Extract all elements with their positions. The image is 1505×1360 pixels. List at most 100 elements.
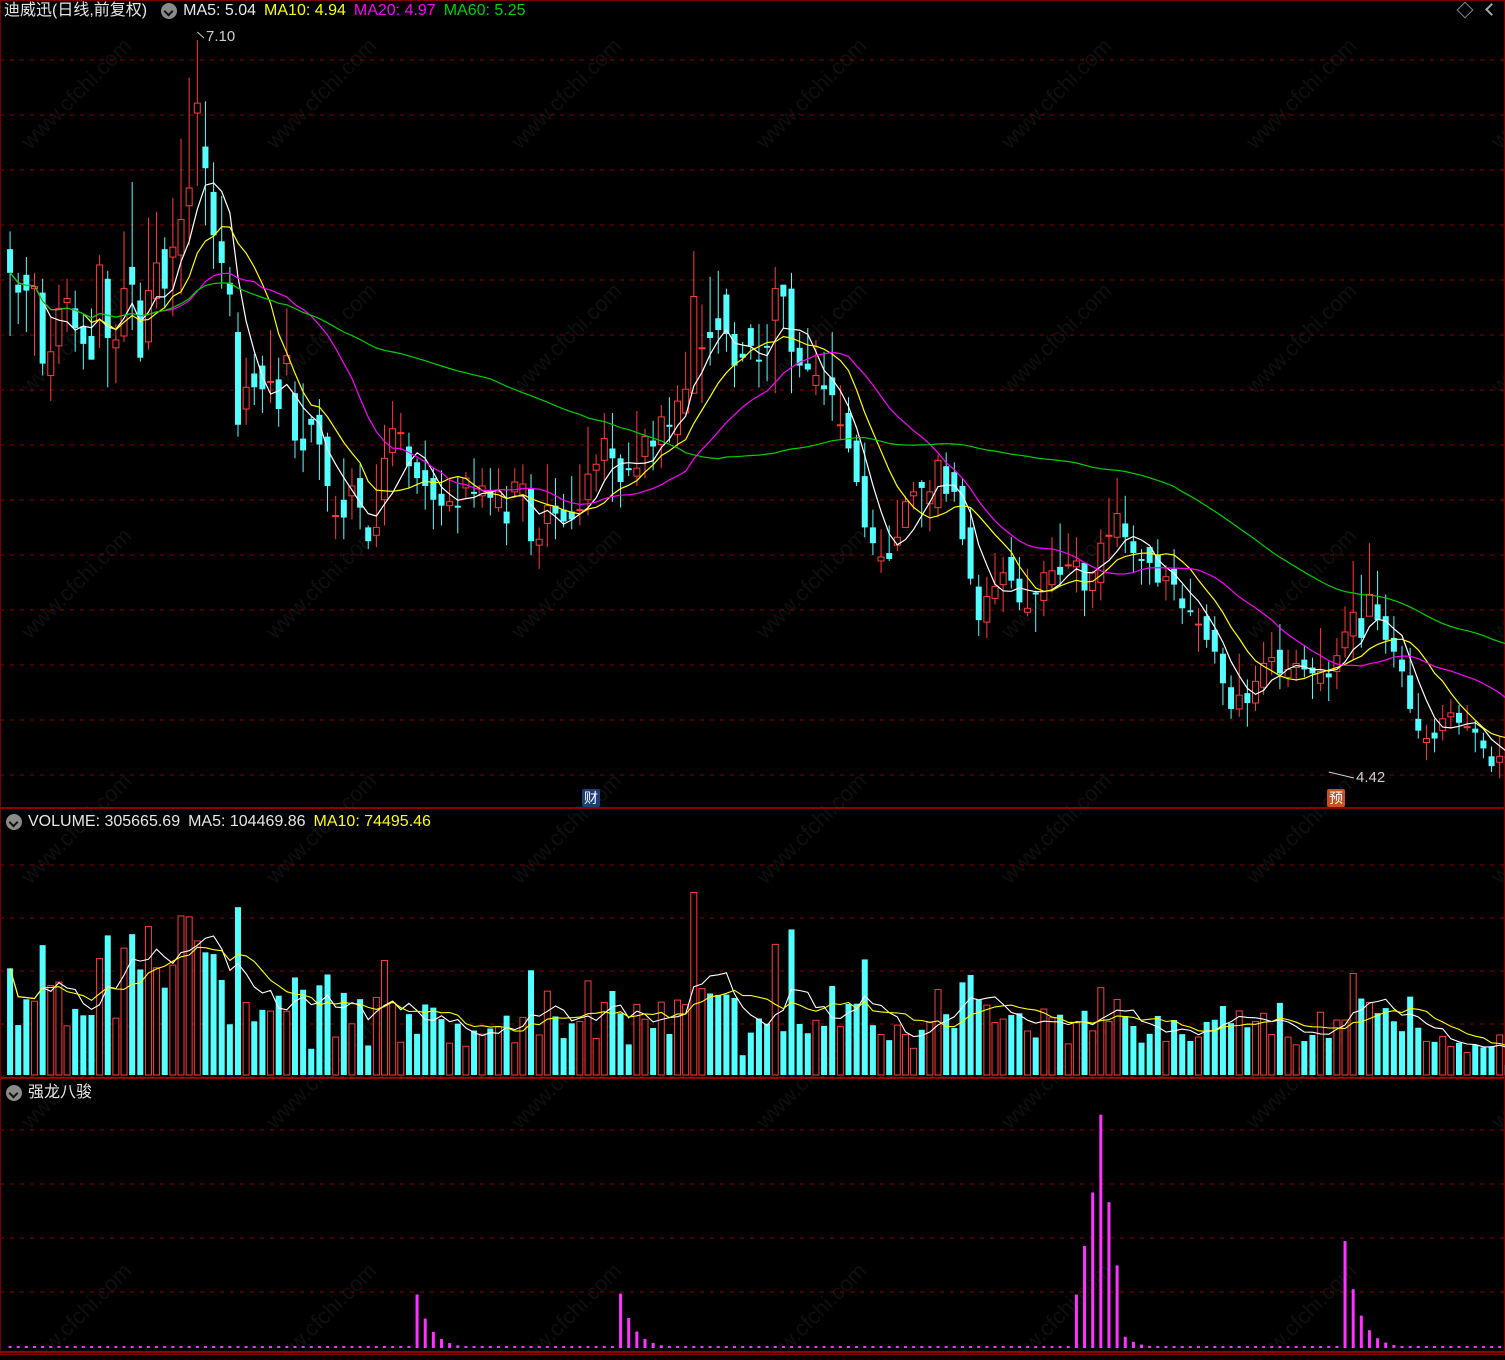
volume-bar xyxy=(821,1026,827,1075)
volume-bar xyxy=(447,1043,453,1075)
candle-body xyxy=(886,553,892,559)
indicator-bar xyxy=(530,1346,533,1348)
watermark-text: www.cfchi.com xyxy=(750,1258,871,1355)
volume-bar xyxy=(186,917,192,1075)
volume-bar xyxy=(300,990,306,1075)
indicator-bar xyxy=(1287,1346,1290,1348)
volume-bar xyxy=(414,1034,420,1075)
volume-bar xyxy=(23,999,29,1075)
candle-body xyxy=(837,425,843,426)
volume-bar xyxy=(1269,1034,1275,1075)
indicator-bar xyxy=(920,1346,923,1348)
indicator-bar xyxy=(823,1346,826,1348)
candle-body xyxy=(455,506,461,508)
indicator-bar xyxy=(676,1346,679,1348)
candle-body xyxy=(634,468,640,476)
volume-bar xyxy=(251,1021,257,1075)
candle-body xyxy=(601,439,607,461)
volume-bar xyxy=(797,1024,803,1075)
candle-body xyxy=(300,439,306,451)
collapse-icon[interactable] xyxy=(6,1085,22,1101)
indicator-legend: 强龙八骏 xyxy=(0,1082,100,1104)
volume-bar xyxy=(406,1014,412,1075)
indicator-bar xyxy=(147,1346,150,1348)
watermark-text: www.cfchi.com xyxy=(995,1258,1116,1355)
volume-bar xyxy=(1326,1038,1332,1075)
volume-bar xyxy=(813,1020,819,1075)
volume-bar xyxy=(1423,1041,1429,1075)
indicator-bar xyxy=(1449,1346,1452,1348)
candle-body xyxy=(382,458,388,499)
volume-bar xyxy=(1309,1035,1315,1075)
ma5-label: MA5: 5.04 xyxy=(183,0,256,22)
volume-bar xyxy=(1163,1041,1169,1075)
candle-body xyxy=(862,476,868,527)
indicator-bar xyxy=(570,1346,573,1348)
watermark-text: www.cfchi.com xyxy=(1485,523,1505,644)
indicator-bar xyxy=(66,1346,69,1348)
indicator-bar xyxy=(155,1346,158,1348)
volume-bar xyxy=(609,991,615,1075)
watermark-text: www.cfchi.com xyxy=(505,523,626,644)
watermark-text: www.cfchi.com xyxy=(15,523,136,644)
volume-bar xyxy=(837,1027,843,1075)
volume-bar xyxy=(1432,1042,1438,1075)
volume-bar xyxy=(72,1009,78,1075)
indicator-bar xyxy=(464,1346,467,1348)
collapse-icon[interactable] xyxy=(161,3,177,19)
candle-body xyxy=(1244,693,1250,703)
candle-body xyxy=(88,336,94,360)
volume-bar xyxy=(544,991,550,1075)
volume-bar xyxy=(40,945,46,1075)
indicator-bar xyxy=(505,1346,508,1348)
chart-stage[interactable]: www.cfchi.com www.cfchi.com www.cfchi.com w… xyxy=(0,0,1505,1355)
indicator-bar xyxy=(1433,1346,1436,1348)
candle-body xyxy=(447,502,453,506)
indicator-bar xyxy=(814,1346,817,1348)
indicator-bar xyxy=(1368,1330,1371,1348)
volume-bar xyxy=(268,1011,274,1075)
volume-bar xyxy=(1285,1037,1291,1075)
watermark-text: www.cfchi.com xyxy=(505,768,626,889)
forecast-marker[interactable]: 预 xyxy=(1327,789,1345,807)
indicator-bar xyxy=(285,1346,288,1348)
watermark-text: www.cfchi.com xyxy=(1240,33,1361,154)
indicator-bar xyxy=(1417,1346,1420,1348)
indicator-bar xyxy=(383,1346,386,1348)
volume-bar xyxy=(968,975,974,1075)
indicator-bar xyxy=(619,1294,622,1348)
candle-body xyxy=(911,492,917,496)
indicator-bar xyxy=(163,1346,166,1348)
volume-ma10-label: MA10: 74495.46 xyxy=(314,811,431,833)
volume-bar xyxy=(585,981,591,1075)
candle-body xyxy=(373,527,379,535)
indicator-bar xyxy=(611,1346,614,1348)
volume-bar xyxy=(341,993,347,1075)
candle-body xyxy=(1139,559,1145,561)
candle-body xyxy=(170,247,176,257)
candle-body xyxy=(528,488,534,541)
chart-canvas[interactable]: www.cfchi.com www.cfchi.com www.cfchi.com w… xyxy=(0,0,1505,1355)
watermark-text: www.cfchi.com xyxy=(260,1258,381,1355)
watermark-text: www.cfchi.com xyxy=(750,33,871,154)
indicator-bar xyxy=(17,1346,20,1348)
indicator-bar xyxy=(180,1346,183,1348)
candle-body xyxy=(845,413,851,449)
indicator-bar xyxy=(1409,1346,1412,1348)
candle-body xyxy=(186,188,192,206)
volume-bar xyxy=(105,935,111,1075)
volume-bar xyxy=(642,1019,648,1075)
indicator-bar xyxy=(416,1295,419,1348)
volume-bar xyxy=(1000,1019,1006,1075)
indicator-bar xyxy=(912,1346,915,1348)
volume-bar xyxy=(1057,1015,1063,1075)
volume-bar xyxy=(1179,1034,1185,1075)
candle-body xyxy=(398,433,404,434)
indicator-bar xyxy=(1067,1346,1070,1348)
collapse-icon[interactable] xyxy=(6,814,22,830)
financial-report-marker[interactable]: 财 xyxy=(582,789,600,807)
volume-bar xyxy=(479,1034,485,1075)
indicator-bar xyxy=(302,1346,305,1348)
scroll-up-icon[interactable] xyxy=(1487,3,1495,17)
candle-body xyxy=(202,147,208,169)
